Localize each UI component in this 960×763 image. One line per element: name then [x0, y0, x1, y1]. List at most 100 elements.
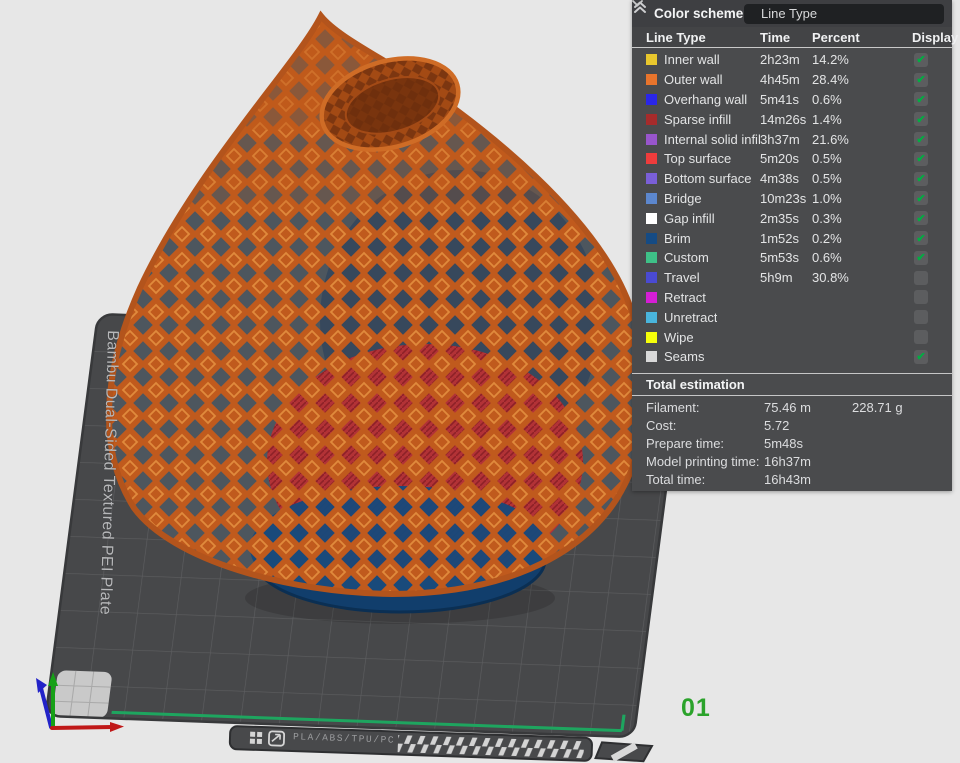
line-type-row: Travel 5h9m 30.8% ✔ [632, 268, 952, 288]
sliced-model[interactable] [85, 5, 675, 624]
estimation-value: 16h37m [764, 454, 811, 470]
line-type-color-swatch [646, 311, 657, 323]
line-type-row: Sparse infill 14m26s 1.4% ✔ [632, 109, 952, 129]
line-type-color-swatch [646, 192, 657, 204]
line-type-color-swatch [646, 153, 657, 165]
line-type-time: 1m52s [760, 230, 800, 246]
line-type-row: Internal solid infill 3h37m 21.6% ✔ [632, 129, 952, 149]
estimation-row: Prepare time: 5m48s [632, 435, 952, 453]
line-type-percent: 14.2% [812, 52, 849, 68]
display-checkbox[interactable]: ✔ [914, 349, 928, 364]
line-type-time: 5m41s [760, 91, 800, 107]
line-type-time: 4m38s [760, 171, 800, 187]
line-type-table-header: Line Type Time Percent Display [632, 27, 958, 48]
line-type-time: 2h23m [760, 52, 800, 68]
column-header-display: Display [912, 29, 959, 45]
line-type-color-swatch [646, 173, 657, 185]
display-checkbox[interactable]: ✔ [914, 72, 928, 87]
display-checkbox[interactable]: ✔ [914, 310, 928, 325]
plate-corner-marker [53, 670, 112, 718]
line-type-row: Overhang wall 5m41s 0.6% ✔ [632, 90, 952, 110]
line-type-color-swatch [646, 212, 657, 224]
line-type-time: 14m26s [760, 111, 807, 127]
line-type-label: Sparse infill [664, 111, 732, 127]
line-type-label: Travel [664, 270, 700, 286]
display-checkbox[interactable]: ✔ [914, 132, 928, 147]
line-type-label: Retract [664, 289, 706, 305]
line-type-percent: 0.6% [812, 91, 842, 107]
display-checkbox[interactable]: ✔ [914, 330, 928, 345]
color-scheme-dropdown[interactable]: Line Type [632, 0, 944, 24]
line-type-percent: 30.8% [812, 270, 849, 286]
line-type-row: Unretract ✔ [632, 307, 952, 327]
display-checkbox[interactable]: ✔ [914, 250, 928, 265]
column-header-line-type: Line Type [646, 29, 706, 45]
estimation-label: Model printing time: [646, 454, 760, 470]
bambu-studio-preview: Bambu Dual-Sided Textured PEI Plate 01 P… [0, 0, 960, 763]
estimation-label: Cost: [646, 418, 677, 434]
color-scheme-panel: Color scheme Line Type Line Type Time Pe… [632, 0, 958, 491]
line-type-table: Inner wall 2h23m 14.2% ✔ Outer wall 4h45m 28.4… [632, 48, 952, 367]
display-checkbox[interactable]: ✔ [914, 52, 928, 67]
line-type-row: Inner wall 2h23m 14.2% ✔ [632, 50, 952, 70]
line-type-row: Top surface 5m20s 0.5% ✔ [632, 149, 952, 169]
line-type-color-swatch [646, 232, 657, 244]
line-type-label: Bridge [664, 190, 702, 206]
line-type-label: Gap infill [664, 210, 715, 226]
line-type-row: Outer wall 4h45m 28.4% ✔ [632, 70, 952, 90]
line-type-color-swatch [646, 272, 657, 284]
line-type-label: Wipe [664, 329, 694, 345]
line-type-percent: 1.0% [812, 190, 842, 206]
line-type-color-swatch [646, 291, 657, 303]
estimation-row: Total time: 16h43m [632, 471, 952, 489]
line-type-percent: 0.6% [812, 250, 842, 266]
display-checkbox[interactable]: ✔ [914, 92, 928, 107]
line-type-color-swatch [646, 252, 657, 264]
estimation-value-secondary: 228.71 g [852, 400, 903, 416]
display-checkbox[interactable]: ✔ [914, 231, 928, 246]
column-header-percent: Percent [812, 29, 860, 45]
line-type-time: 4h45m [760, 72, 800, 88]
line-type-time: 10m23s [760, 190, 807, 206]
x-axis-arrow [50, 722, 124, 732]
line-type-percent: 0.5% [812, 151, 842, 167]
plate-number-label[interactable]: 01 [681, 694, 711, 723]
line-type-time: 5h9m [760, 270, 793, 286]
total-estimation-table: Filament: 75.46 m 228.71 g Cost: 5.72 Prepare… [632, 396, 952, 489]
line-type-time: 5m53s [760, 250, 800, 266]
line-type-label: Overhang wall [664, 91, 748, 107]
line-type-row: Bridge 10m23s 1.0% ✔ [632, 189, 952, 209]
display-checkbox[interactable]: ✔ [914, 191, 928, 206]
display-checkbox[interactable]: ✔ [914, 211, 928, 226]
line-type-color-swatch [646, 93, 657, 105]
display-checkbox[interactable]: ✔ [914, 290, 928, 305]
line-type-row: Gap infill 2m35s 0.3% ✔ [632, 208, 952, 228]
line-type-label: Bottom surface [664, 171, 752, 187]
estimation-label: Total time: [646, 472, 706, 488]
panel-header: Color scheme Line Type [632, 0, 952, 27]
display-checkbox[interactable]: ✔ [914, 112, 928, 127]
line-type-color-swatch [646, 54, 657, 66]
line-type-time: 2m35s [760, 210, 800, 226]
line-type-row: Brim 1m52s 0.2% ✔ [632, 228, 952, 248]
line-type-percent: 0.3% [812, 210, 842, 226]
column-header-time: Time [760, 29, 791, 45]
line-type-time: 3h37m [760, 131, 800, 147]
estimation-label: Filament: [646, 400, 700, 416]
line-type-label: Unretract [664, 309, 718, 325]
line-type-color-swatch [646, 113, 657, 125]
total-estimation-title: Total estimation [646, 376, 745, 392]
display-checkbox[interactable]: ✔ [914, 171, 928, 186]
line-type-label: Internal solid infill [664, 131, 760, 147]
line-type-color-swatch [646, 133, 657, 145]
line-type-row: Retract ✔ [632, 288, 952, 308]
estimation-value: 5m48s [764, 436, 804, 452]
estimation-row: Filament: 75.46 m 228.71 g [632, 399, 952, 417]
estimation-value: 5.72 [764, 418, 790, 434]
display-checkbox[interactable]: ✔ [914, 270, 928, 285]
estimation-row: Model printing time: 16h37m [632, 453, 952, 471]
display-checkbox[interactable]: ✔ [914, 151, 928, 166]
line-type-time: 5m20s [760, 151, 800, 167]
line-type-percent: 21.6% [812, 131, 849, 147]
line-type-percent: 0.5% [812, 171, 842, 187]
